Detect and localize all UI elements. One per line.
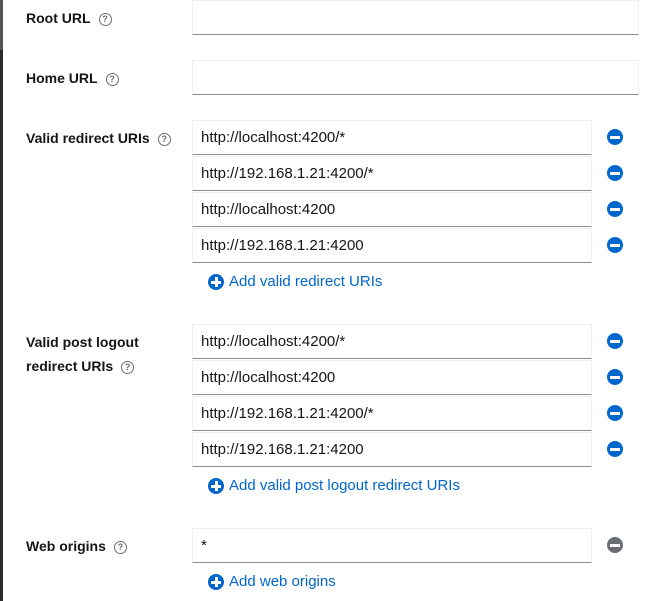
remove-icon[interactable] <box>607 441 623 457</box>
label-text: Home URL <box>26 70 98 86</box>
redirect-uri-input[interactable]: http://localhost:4200/* <box>192 120 592 155</box>
label-text: Web origins <box>26 538 106 554</box>
home-url-input[interactable] <box>192 60 639 95</box>
scrollbar-thumb[interactable] <box>0 0 3 50</box>
add-label: Add web origins <box>229 573 336 590</box>
remove-icon[interactable] <box>607 129 623 145</box>
add-post-logout-uri-button[interactable]: Add valid post logout redirect URIs <box>208 476 460 496</box>
post-logout-uri-input[interactable]: http://localhost:4200 <box>192 360 592 395</box>
remove-icon[interactable] <box>607 405 623 421</box>
remove-icon-disabled[interactable] <box>607 537 623 553</box>
post-logout-uri-input[interactable]: http://192.168.1.21:4200/* <box>192 396 592 431</box>
plus-circle-icon <box>208 274 224 290</box>
remove-icon[interactable] <box>607 165 623 181</box>
help-icon[interactable]: ? <box>113 541 127 554</box>
web-origin-input[interactable]: * <box>192 528 592 563</box>
label-text: redirect URIs <box>26 358 114 374</box>
add-web-origin-button[interactable]: Add web origins <box>208 572 336 592</box>
redirect-uri-input[interactable]: http://localhost:4200 <box>192 192 592 227</box>
root-url-input[interactable] <box>192 0 639 35</box>
label-text: Valid redirect URIs <box>26 130 150 146</box>
web-origins-label: Web origins? <box>26 534 127 558</box>
post-logout-uri-input[interactable]: http://localhost:4200/* <box>192 324 592 359</box>
redirect-uri-input[interactable]: http://192.168.1.21:4200 <box>192 228 592 263</box>
remove-icon[interactable] <box>607 369 623 385</box>
redirect-uri-input[interactable]: http://192.168.1.21:4200/* <box>192 156 592 191</box>
label-text: Valid post logout <box>26 334 139 350</box>
remove-icon[interactable] <box>607 201 623 217</box>
help-icon[interactable]: ? <box>157 133 171 146</box>
post-logout-uri-input[interactable]: http://192.168.1.21:4200 <box>192 432 592 467</box>
help-icon[interactable]: ? <box>98 13 112 26</box>
remove-icon[interactable] <box>607 237 623 253</box>
plus-circle-icon <box>208 478 224 494</box>
post-logout-label: Valid post logout redirect URIs? <box>26 330 139 378</box>
add-redirect-uri-button[interactable]: Add valid redirect URIs <box>208 272 382 292</box>
label-text: Root URL <box>26 10 91 26</box>
valid-redirect-label: Valid redirect URIs? <box>26 126 171 150</box>
help-icon[interactable]: ? <box>121 361 135 374</box>
help-icon[interactable]: ? <box>105 73 119 86</box>
home-url-label: Home URL? <box>26 66 119 90</box>
remove-icon[interactable] <box>607 333 623 349</box>
root-url-label: Root URL? <box>26 6 112 30</box>
left-border <box>0 0 3 601</box>
add-label: Add valid redirect URIs <box>229 273 383 290</box>
plus-circle-icon <box>208 574 224 590</box>
add-label: Add valid post logout redirect URIs <box>229 477 460 494</box>
